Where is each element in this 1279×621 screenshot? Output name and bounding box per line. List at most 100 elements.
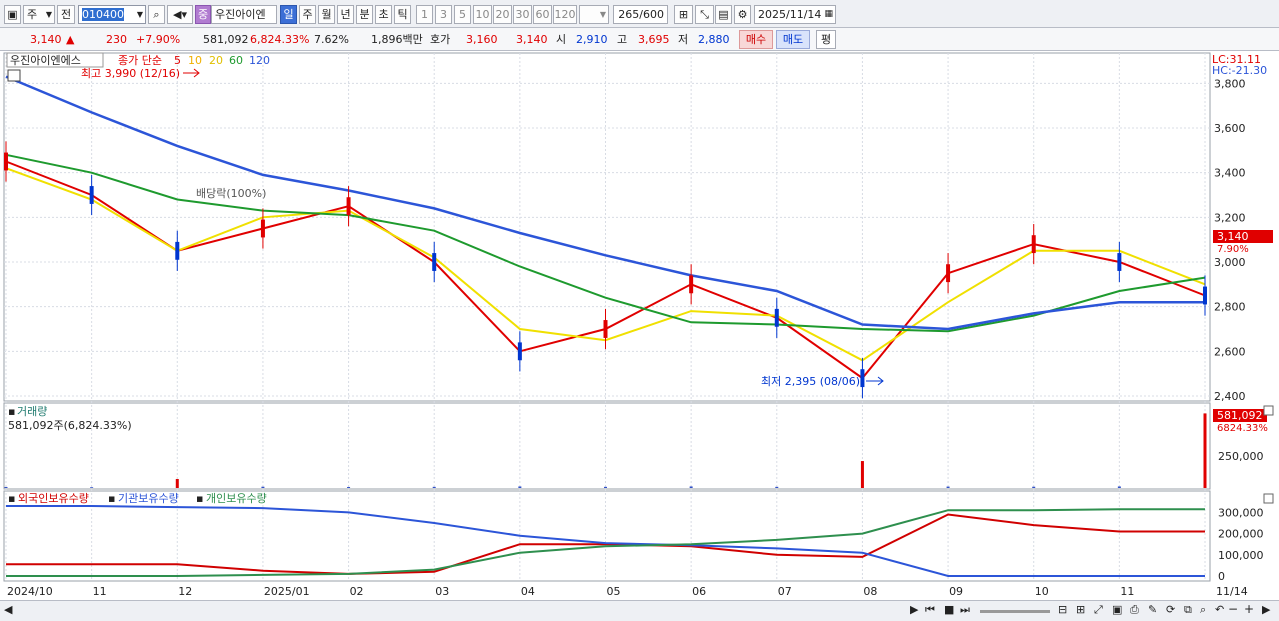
- price-panel-frame: [3, 52, 1211, 402]
- current-price: 3,140: [30, 33, 62, 46]
- inst-holding-label: 기관보유수량: [118, 492, 179, 505]
- undo-icon[interactable]: ↶: [1215, 603, 1224, 616]
- split-icon[interactable]: ⊞: [1076, 603, 1085, 616]
- interval-5[interactable]: 5: [454, 5, 471, 24]
- chart-layout-icon[interactable]: ▣: [4, 5, 21, 24]
- chart-area[interactable]: 3,800 3,600 3,400 3,200 3,000 2,800 2,600 2,400…: [0, 51, 1279, 601]
- interval-select[interactable]: ▼: [579, 5, 609, 24]
- search-icon[interactable]: ⌕: [148, 5, 165, 24]
- panel-stock-name: 우진아이엔에스: [10, 54, 81, 67]
- print-icon[interactable]: ⎙: [1130, 603, 1139, 617]
- avg-button[interactable]: 평: [816, 30, 836, 49]
- candle-body: [860, 369, 865, 388]
- tab-year[interactable]: 년: [337, 5, 354, 24]
- candle-body: [1031, 235, 1036, 254]
- volume-bar: [1032, 486, 1036, 488]
- candle-body: [603, 320, 608, 338]
- rewind-icon[interactable]: ⏮: [925, 603, 935, 617]
- candle-body: [260, 219, 265, 238]
- count-max: /600: [639, 8, 664, 21]
- speaker-icon[interactable]: ◀▾: [167, 5, 193, 24]
- ma-120-label: 120: [249, 54, 270, 67]
- zoom-icon[interactable]: ⊞: [674, 5, 693, 24]
- volume-panel-bullet: ▪: [8, 405, 15, 418]
- price-tick-label: 3,600: [1214, 122, 1246, 135]
- stock-name-field[interactable]: 우진아이엔: [211, 5, 277, 24]
- play-icon[interactable]: ▶: [910, 603, 918, 616]
- open-label: 시: [556, 33, 567, 46]
- price-tick-label: 2,600: [1214, 345, 1246, 358]
- zoom-in-icon[interactable]: +: [1244, 602, 1254, 616]
- holding-bullet-1: ▪: [8, 492, 15, 505]
- tab-day[interactable]: 일: [280, 5, 297, 24]
- interval-60[interactable]: 60: [533, 5, 552, 24]
- scroll-right-icon[interactable]: ▶: [1262, 603, 1270, 616]
- zoom-out-icon[interactable]: −: [1228, 602, 1238, 616]
- x-axis-ticks: 2024/10 11 12 2025/01 02 03 04 05 06 07 08 09 10 11 11…: [7, 585, 1248, 598]
- refresh-icon[interactable]: ⟳: [1166, 603, 1175, 616]
- interval-120[interactable]: 120: [553, 5, 577, 24]
- volume-panel-subtitle: 581,092주(6,824.33%): [8, 419, 132, 432]
- zoom-slider[interactable]: [980, 610, 1050, 613]
- period-type-select[interactable]: 주 ▼: [23, 5, 55, 24]
- tab-minute[interactable]: 분: [356, 5, 373, 24]
- tab-month[interactable]: 월: [318, 5, 335, 24]
- tab-tick[interactable]: 틱: [394, 5, 411, 24]
- date-input[interactable]: 2025/11/14 ▦: [754, 5, 836, 24]
- draw-icon[interactable]: ✎: [1148, 603, 1157, 616]
- x-tick-label: 06: [692, 585, 706, 598]
- candle-body: [689, 275, 694, 294]
- stock-chart[interactable]: 3,800 3,600 3,400 3,200 3,000 2,800 2,600 2,400…: [0, 51, 1279, 601]
- image-icon[interactable]: ▣: [1112, 603, 1122, 616]
- ask-price: 3,160: [466, 33, 498, 46]
- gear-icon[interactable]: ⚙: [734, 5, 751, 24]
- bid-price: 3,140: [516, 33, 548, 46]
- holding-bullet-3: ▪: [196, 492, 203, 505]
- x-tick-label: 02: [350, 585, 364, 598]
- foreign-holding-label: 외국인보유수량: [18, 492, 89, 505]
- interval-3[interactable]: 3: [435, 5, 452, 24]
- holding-panel-close-icon[interactable]: [1263, 493, 1274, 504]
- trend-tool-icon[interactable]: ⤡: [695, 5, 714, 24]
- volume-bar: [775, 486, 779, 488]
- candle-body: [946, 264, 951, 283]
- x-tick-label: 12: [178, 585, 192, 598]
- interval-10[interactable]: 10: [473, 5, 492, 24]
- high-annotation: 최고 3,990 (12/16): [81, 67, 180, 80]
- search-icon[interactable]: ⌕: [1200, 603, 1206, 617]
- volume-bar: [518, 486, 522, 488]
- forward-icon[interactable]: ⏭: [960, 603, 970, 617]
- copy-icon[interactable]: ⧉: [1184, 603, 1192, 617]
- fit-icon[interactable]: ⤢: [1094, 603, 1103, 617]
- date-value: 2025/11/14: [758, 8, 822, 21]
- price-tick-label: 3,400: [1214, 167, 1246, 180]
- quote-bar: 3,140 ▲ 230 +7.90% 581,092 6,824.33% 7.6…: [0, 28, 1279, 51]
- interval-20[interactable]: 20: [493, 5, 512, 24]
- buy-button[interactable]: 매수: [739, 30, 773, 49]
- save-icon[interactable]: ▤: [715, 5, 732, 24]
- volume-bar: [946, 486, 950, 488]
- price-badge-value: 3,140: [1217, 230, 1249, 243]
- chevron-down-icon: ▼: [45, 10, 52, 19]
- sell-button[interactable]: 매도: [776, 30, 810, 49]
- volume-bar: [4, 486, 8, 488]
- volume-badge-pct: 6824.33%: [1217, 423, 1268, 434]
- tab-second[interactable]: 초: [375, 5, 392, 24]
- change-arrow: ▲: [66, 33, 75, 46]
- stop-icon[interactable]: ■: [944, 603, 954, 616]
- hc-label: HC:-21.30: [1212, 64, 1267, 77]
- scroll-left-icon[interactable]: ◀: [4, 603, 12, 616]
- interval-30[interactable]: 30: [513, 5, 532, 24]
- layout-icon[interactable]: ⊟: [1058, 603, 1067, 616]
- table-icon[interactable]: [7, 69, 21, 82]
- calendar-icon[interactable]: ▦: [824, 6, 833, 23]
- prev-button[interactable]: 전: [57, 5, 75, 24]
- holding-tick-label: 200,000: [1218, 528, 1264, 541]
- volume-panel-close-icon[interactable]: [1263, 405, 1274, 416]
- tab-week[interactable]: 주: [299, 5, 316, 24]
- data-count-field[interactable]: 265/600: [613, 5, 668, 24]
- code-input[interactable]: 010400 ▼: [78, 5, 146, 24]
- event-label: 배당락(100%): [196, 187, 266, 200]
- interval-1[interactable]: 1: [416, 5, 433, 24]
- volume-badge-value: 581,092: [1217, 409, 1263, 422]
